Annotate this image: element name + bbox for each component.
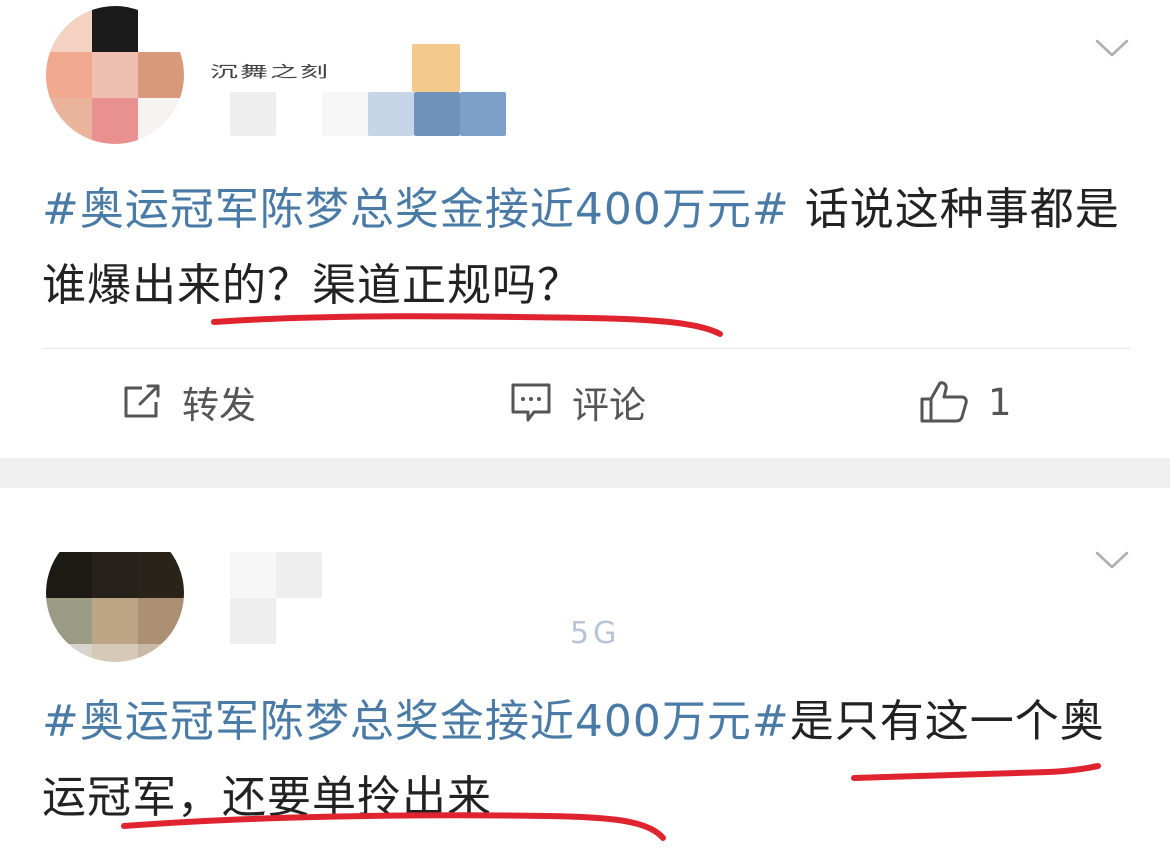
meta-blurred <box>230 92 276 136</box>
comment-label: 评论 <box>572 384 646 427</box>
chevron-down-icon[interactable] <box>1095 550 1129 570</box>
meta-blurred <box>414 92 460 136</box>
divider <box>42 348 1130 349</box>
username[interactable]: 沉舞之刻 <box>210 60 330 82</box>
red-underline-annotation <box>121 812 666 841</box>
username-blurred <box>276 552 322 598</box>
like-count: 1 <box>988 380 1012 424</box>
username-blurred <box>230 598 276 644</box>
avatar-mosaic <box>46 6 184 144</box>
section-separator <box>0 458 1170 488</box>
avatar-mosaic <box>46 552 184 662</box>
comment-text: #奥运冠军陈梦总奖金接近400万元# 话说这种事都是谁爆出来的？渠道正规吗？ <box>42 172 1132 324</box>
avatar[interactable] <box>46 6 184 144</box>
post-meta: 5G <box>570 616 621 651</box>
comment-card: 5G #奥运冠军陈梦总奖金接近400万元#是只有这一个奥运冠军，还要单拎出来 <box>0 488 1170 859</box>
topic-link[interactable]: #奥运冠军陈梦总奖金接近400万元# <box>42 184 790 235</box>
meta-blurred <box>460 92 506 136</box>
repost-icon <box>124 384 160 418</box>
meta-blurred <box>368 92 414 136</box>
thumbs-up-icon <box>920 381 968 423</box>
repost-label: 转发 <box>182 384 256 427</box>
comment-button[interactable]: 评论 <box>508 372 646 432</box>
chevron-down-icon[interactable] <box>1095 38 1129 58</box>
red-underline-annotation <box>211 313 723 337</box>
comment-icon <box>511 383 551 422</box>
meta-blurred <box>322 92 368 136</box>
comment-card: 沉舞之刻 #奥运冠军陈梦总奖金接近400万元# 话说这种事都是谁爆出来的？渠道正… <box>0 0 1170 458</box>
like-button[interactable]: 1 <box>918 372 1012 432</box>
red-underline-annotation <box>851 763 1101 781</box>
topic-link[interactable]: #奥运冠军陈梦总奖金接近400万元# <box>42 696 790 747</box>
username-blurred <box>230 552 276 598</box>
avatar[interactable] <box>46 524 184 662</box>
user-badge-blurred <box>412 44 460 92</box>
repost-button[interactable]: 转发 <box>120 372 256 432</box>
